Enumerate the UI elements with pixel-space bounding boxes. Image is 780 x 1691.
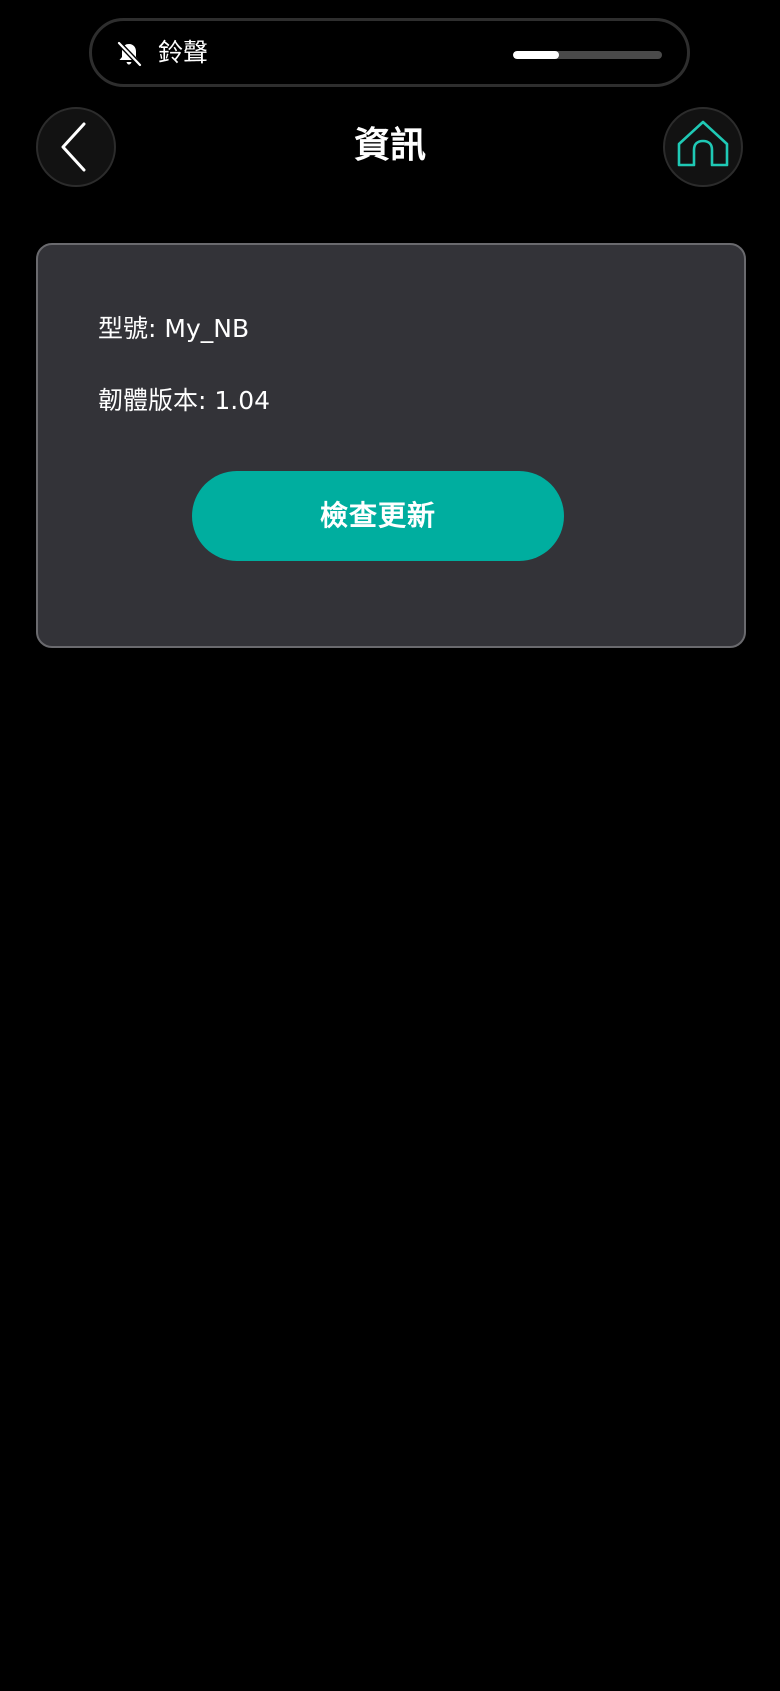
firmware-label: 韌體版本 — [98, 386, 199, 415]
ringer-volume-control[interactable]: 鈴聲 — [89, 18, 690, 87]
firmware-value: 1.04 — [214, 386, 271, 415]
home-button[interactable] — [663, 107, 743, 187]
volume-slider[interactable] — [513, 51, 662, 59]
device-info-card: 型號: My_NB 韌體版本: 1.04 檢查更新 — [36, 243, 746, 648]
model-label: 型號 — [98, 314, 149, 343]
model-row: 型號: My_NB — [98, 314, 250, 343]
firmware-row: 韌體版本: 1.04 — [98, 386, 271, 415]
check-update-button[interactable]: 檢查更新 — [192, 471, 564, 561]
ringer-label: 鈴聲 — [158, 38, 209, 67]
volume-slider-fill — [513, 51, 560, 59]
home-icon — [677, 120, 729, 167]
bell-muted-icon — [116, 41, 142, 67]
model-value: My_NB — [164, 314, 250, 343]
